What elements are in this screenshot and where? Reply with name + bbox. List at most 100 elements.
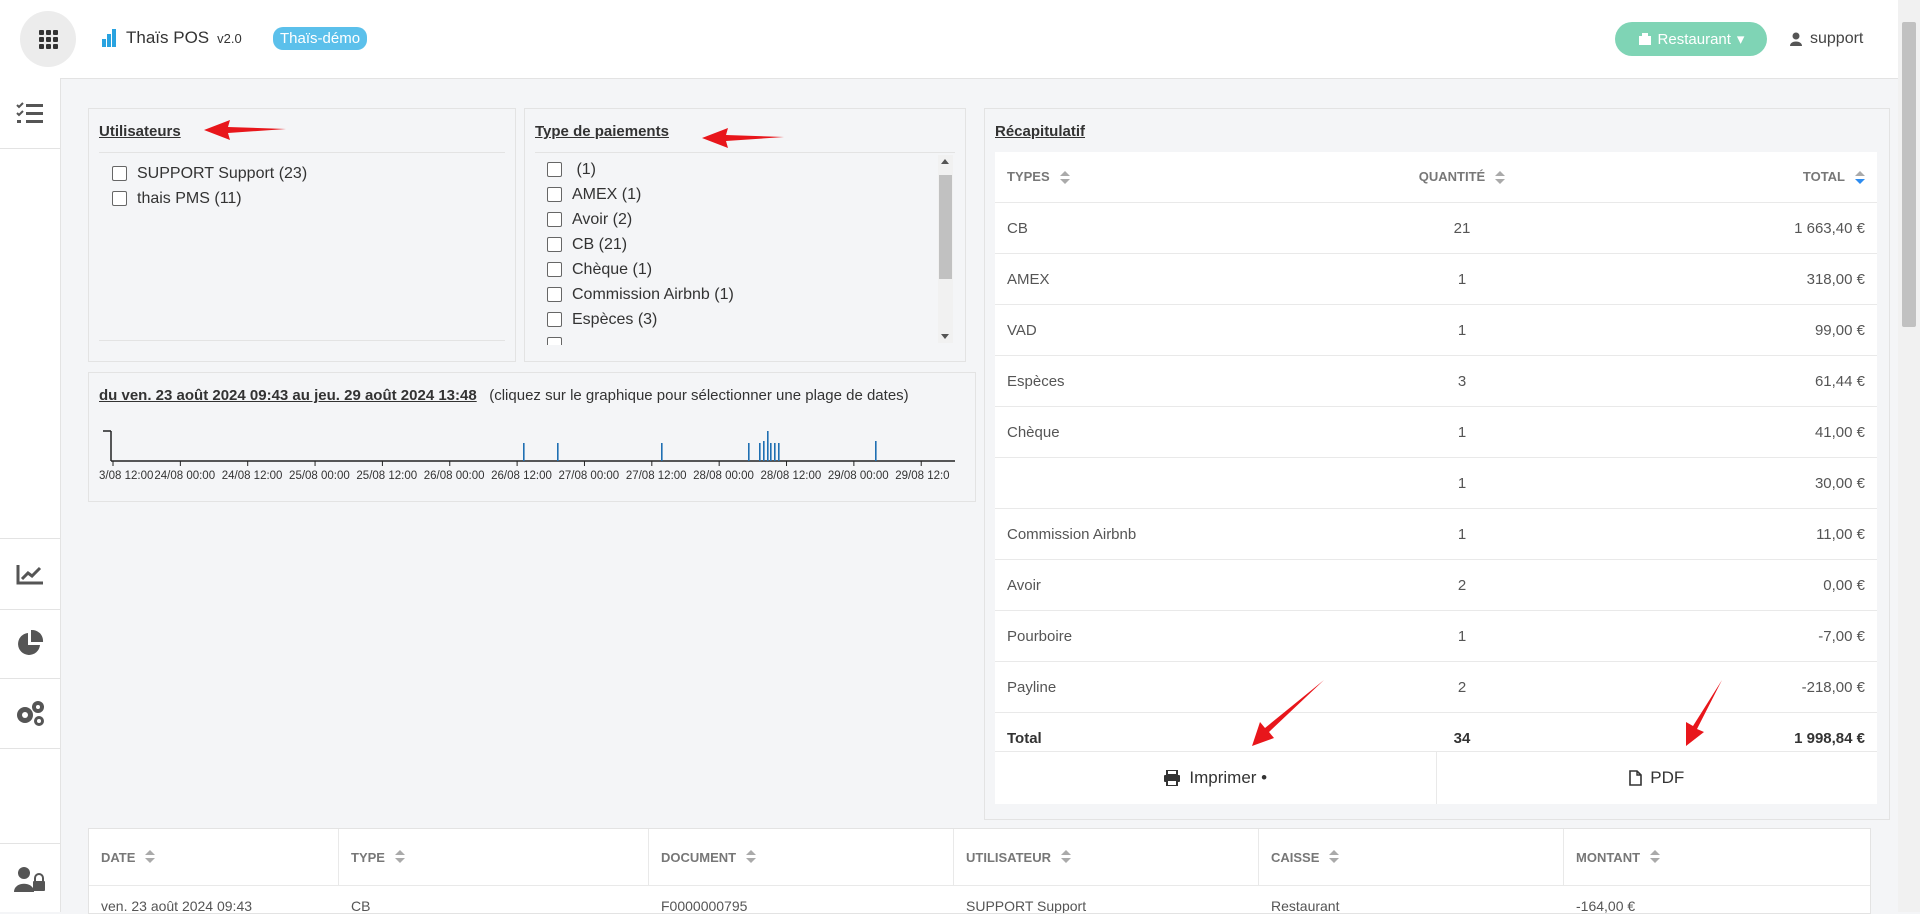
payment-types-title: Type de paiements	[535, 123, 669, 140]
sort-icon[interactable]	[1060, 850, 1071, 864]
payment-checkbox-item[interactable]: Commission Airbnb (1)	[547, 282, 965, 307]
column-header-amount[interactable]: MONTANT	[1564, 829, 1870, 885]
sidebar-item-users[interactable]	[0, 843, 60, 914]
users-list: SUPPORT Support (23) thais PMS (11)	[112, 161, 307, 211]
column-header-total[interactable]: TOTAL	[1577, 169, 1877, 185]
timeline-bar	[763, 441, 765, 461]
checkbox[interactable]	[547, 237, 562, 252]
timeline-chart[interactable]: 3/08 12:00 24/08 00:00 24/08 12:00 25/08 00…	[99, 419, 965, 489]
sort-desc-icon[interactable]	[1855, 170, 1865, 185]
sidebar-item-list[interactable]	[0, 78, 60, 149]
annotation-arrow-icon	[204, 120, 286, 140]
sort-icon[interactable]	[1329, 850, 1340, 864]
checkbox[interactable]	[112, 191, 127, 206]
column-header-type[interactable]: TYPE	[339, 829, 649, 885]
payment-checkbox-label: AMEX (1)	[572, 185, 642, 203]
timeline-tick-label: 27/08 00:00	[558, 470, 619, 482]
column-header-register[interactable]: CAISSE	[1259, 829, 1564, 885]
print-button[interactable]: Imprimer •	[995, 752, 1436, 804]
timeline-bar	[875, 441, 877, 461]
column-header-document[interactable]: DOCUMENT	[649, 829, 954, 885]
scrollbar-thumb[interactable]	[1902, 22, 1916, 327]
annotation-arrow-icon	[702, 128, 784, 148]
user-lock-icon	[14, 867, 45, 892]
checkbox[interactable]	[547, 337, 562, 345]
timeline-bar	[661, 443, 663, 461]
payment-checkbox-item[interactable]	[547, 332, 965, 345]
app-name: Thaïs POS	[126, 28, 210, 47]
payment-checkbox-item[interactable]: Espèces (3)	[547, 307, 965, 332]
user-name: support	[1810, 30, 1864, 47]
gears-icon	[17, 701, 44, 726]
payment-checkbox-item[interactable]: Avoir (2)	[547, 207, 965, 232]
checkbox[interactable]	[547, 212, 562, 227]
payment-checkbox-item[interactable]: CB (21)	[547, 232, 965, 257]
timeline-bar	[523, 443, 525, 461]
payment-types-list[interactable]: (1) AMEX (1) Avoir (2) CB (21) Chèque (1…	[535, 155, 965, 345]
sort-icon[interactable]	[746, 850, 757, 864]
transactions-table: DATE TYPE DOCUMENT UTILISATEUR CAISSE MO…	[88, 828, 1871, 914]
sort-icon[interactable]	[1650, 850, 1661, 864]
payment-checkbox-label: CB (21)	[572, 235, 628, 253]
table-row[interactable]: ven. 23 août 2024 09:43 CB F0000000795 S…	[89, 886, 1870, 913]
user-checkbox-item[interactable]: SUPPORT Support (23)	[112, 161, 307, 186]
checkbox[interactable]	[547, 287, 562, 302]
sidebar-item-stats[interactable]	[0, 538, 60, 610]
timeline-tick-label: 3/08 12:00	[99, 470, 153, 482]
payment-checkbox-label: Avoir (2)	[572, 210, 633, 228]
column-header-types[interactable]: TYPES	[995, 169, 1347, 185]
column-header-date[interactable]: DATE	[89, 829, 339, 885]
payment-checkbox-item[interactable]: AMEX (1)	[547, 182, 965, 207]
timeline-tick-label: 29/08 12:0	[895, 470, 949, 482]
recap-row: Espèces 3 61,44 €	[995, 356, 1877, 407]
recap-panel: Récapitulatif TYPES QUANTITÉ TOTAL CB 21 1…	[984, 108, 1890, 820]
app-logo-icon	[102, 29, 118, 47]
checkbox[interactable]	[547, 162, 562, 177]
restaurant-dropdown-button[interactable]: Restaurant ▾	[1615, 22, 1767, 56]
sort-icon[interactable]	[1059, 170, 1070, 185]
payment-list-scrollbar[interactable]	[938, 155, 953, 343]
user-checkbox-item[interactable]: thais PMS (11)	[112, 186, 307, 211]
sort-icon[interactable]	[394, 850, 405, 864]
column-header-quantity[interactable]: QUANTITÉ	[1347, 169, 1577, 185]
recap-row: 1 30,00 €	[995, 458, 1877, 509]
checkbox[interactable]	[547, 262, 562, 277]
annotation-arrow-icon	[1252, 680, 1324, 746]
column-header-user[interactable]: UTILISATEUR	[954, 829, 1259, 885]
scrollbar-thumb[interactable]	[939, 175, 952, 279]
recap-table: TYPES QUANTITÉ TOTAL CB 21 1 663,40 € AMEX…	[995, 152, 1877, 764]
scroll-down-icon[interactable]	[941, 334, 949, 339]
checkbox[interactable]	[112, 166, 127, 181]
payment-checkbox-item[interactable]: Chèque (1)	[547, 257, 965, 282]
user-icon	[1790, 32, 1802, 46]
timeline-tick-label: 25/08 12:00	[356, 470, 417, 482]
timeline-header: du ven. 23 août 2024 09:43 au jeu. 29 ao…	[99, 387, 909, 404]
timeline-tick-label: 24/08 00:00	[154, 470, 215, 482]
sidebar-item-reports[interactable]	[0, 608, 60, 679]
timeline-tick-label: 25/08 00:00	[289, 470, 350, 482]
timeline-tick-label: 28/08 12:00	[761, 470, 822, 482]
sort-icon[interactable]	[1495, 170, 1506, 185]
payment-checkbox-item[interactable]: (1)	[547, 157, 965, 182]
line-chart-icon	[16, 565, 43, 585]
checkbox[interactable]	[547, 187, 562, 202]
recap-row: Avoir 2 0,00 €	[995, 560, 1877, 611]
user-menu[interactable]: support	[1790, 30, 1863, 48]
brand: Thaïs POS v2.0	[102, 28, 242, 48]
recap-row: Commission Airbnb 1 11,00 €	[995, 509, 1877, 560]
recap-title: Récapitulatif	[995, 123, 1086, 140]
scroll-up-icon[interactable]	[941, 159, 949, 164]
page-scrollbar[interactable]	[1898, 0, 1920, 912]
pie-chart-icon	[18, 629, 44, 655]
recap-actions: Imprimer • PDF	[995, 751, 1877, 804]
checkbox[interactable]	[547, 312, 562, 327]
sort-icon[interactable]	[145, 850, 156, 864]
payment-checkbox-label: Espèces (3)	[572, 310, 658, 328]
timeline-bar	[748, 443, 750, 461]
timeline-panel: du ven. 23 août 2024 09:43 au jeu. 29 ao…	[88, 372, 976, 502]
sidebar-item-settings[interactable]	[0, 678, 60, 749]
pdf-button[interactable]: PDF	[1435, 752, 1878, 804]
annotation-arrow-icon	[1686, 680, 1722, 746]
apps-menu-button[interactable]	[20, 11, 76, 67]
file-pdf-icon	[1629, 770, 1643, 786]
